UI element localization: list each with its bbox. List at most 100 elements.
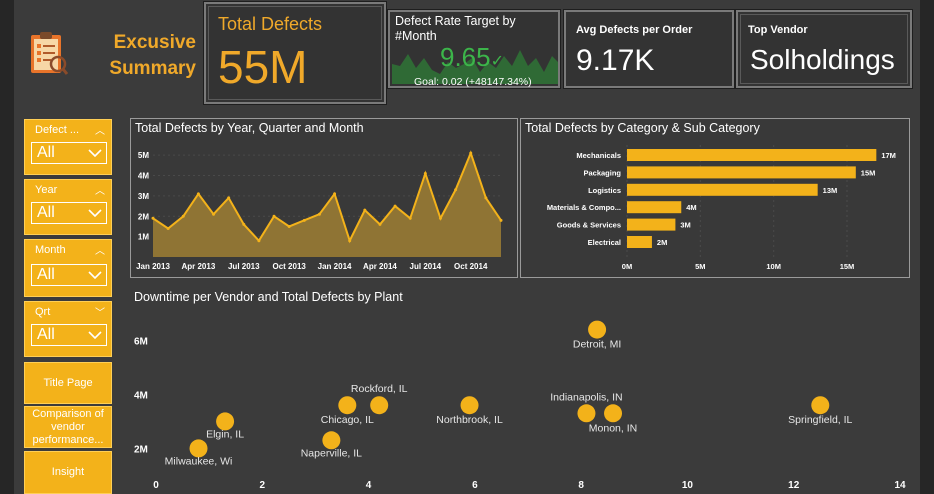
data-point (181, 214, 185, 218)
data-point (302, 218, 306, 222)
y-tick-label: 2M (138, 212, 149, 221)
point-label: Northbrook, IL (436, 414, 503, 426)
point-label: Elgin, IL (206, 428, 244, 440)
kpi-top-vendor[interactable]: Top Vendor Solholdings (735, 9, 913, 89)
slicer-dropdown[interactable]: All (31, 324, 107, 346)
data-point (333, 192, 337, 196)
title-line1: Excusive (113, 32, 196, 53)
kpi-goal: Goal: 0.02 (+48147.34%) (414, 76, 532, 88)
data-point (499, 218, 503, 222)
slicer-label: Year (35, 184, 58, 196)
x-tick-label: Oct 2013 (272, 262, 306, 271)
defects-by-time-panel[interactable]: Total Defects by Year, Quarter and Month… (130, 118, 518, 278)
data-point (257, 239, 261, 243)
data-point (272, 214, 276, 218)
x-tick-label: 4 (366, 480, 372, 491)
kpi-value: 9.17K (576, 44, 655, 77)
slicer-dropdown[interactable]: All (31, 142, 107, 164)
category-label: Goods & Services (557, 221, 621, 230)
kpi-value: 55M (218, 41, 308, 93)
insight-button[interactable]: Insight (24, 451, 112, 494)
kpi-total-defects[interactable]: Total Defects 55M (203, 1, 387, 105)
x-tick-label: Apr 2014 (363, 262, 397, 271)
scatter-point (460, 396, 479, 415)
chevron-down-icon (88, 209, 102, 218)
slicer-label: Defect ... (35, 124, 80, 136)
slicer-month[interactable]: Month ︿ All (24, 239, 112, 297)
bar (627, 236, 652, 248)
slicer-quarter[interactable]: Qrt ﹀ All (24, 301, 112, 357)
defects-by-time-chart[interactable]: 1M 2M 3M 4M 5M Jan 2013 Apr 2013 Jul 2013 Oct 20… (131, 119, 517, 277)
title-page-button[interactable]: Title Page (24, 362, 112, 404)
chevron-up-icon[interactable]: ︿ (95, 122, 105, 137)
report-title-text: Excusive Summary (66, 30, 196, 82)
kpi-value: 9.65✓ (440, 42, 504, 73)
scatter-point (370, 396, 389, 415)
defects-by-category-panel[interactable]: Total Defects by Category & Sub Category… (520, 118, 910, 278)
bar (627, 149, 877, 161)
bar (627, 201, 682, 214)
y-tick-label: 2M (134, 444, 148, 455)
x-tick-label: 14 (894, 480, 906, 491)
x-tick-label: Jan 2013 (136, 262, 170, 271)
y-tick-label: 4M (138, 172, 149, 181)
chevron-down-icon (88, 271, 102, 280)
scatter-point (811, 396, 830, 415)
y-tick-label: 5M (138, 151, 149, 160)
point-label: Indianapolis, IN (550, 391, 622, 403)
chevron-up-icon[interactable]: ︿ (95, 182, 105, 197)
slicer-value: All (37, 326, 55, 343)
data-point (423, 171, 427, 175)
data-point (469, 151, 473, 155)
point-label: Milwaukee, Wi (165, 455, 233, 467)
x-tick-label: Apr 2013 (181, 262, 215, 271)
y-tick-label: 1M (138, 233, 149, 242)
data-point (484, 196, 488, 200)
scatter-point (577, 404, 596, 423)
x-tick-label: Jan 2014 (318, 262, 352, 271)
kpi-label: Total Defects (218, 14, 323, 34)
slicer-dropdown[interactable]: All (31, 264, 107, 286)
scatter-point (338, 396, 357, 415)
point-label: Detroit, MI (573, 339, 621, 351)
data-label: 17M (881, 151, 896, 160)
x-tick-label: Jul 2014 (410, 262, 442, 271)
x-tick-label: 5M (695, 262, 705, 271)
chevron-up-icon[interactable]: ︿ (95, 242, 105, 257)
slicer-label: Month (35, 244, 66, 256)
kpi-value: Solholdings (750, 44, 895, 75)
slicer-dropdown[interactable]: All (31, 202, 107, 224)
data-point (227, 196, 231, 200)
slicer-value: All (37, 266, 55, 283)
kpi-defect-rate-target[interactable]: Defect Rate Target by #Month 9.65✓ Goal:… (387, 9, 561, 89)
category-label: Mechanicals (576, 151, 621, 160)
data-point (151, 216, 155, 220)
x-tick-label: 2 (260, 480, 266, 491)
x-tick-label: 6 (472, 480, 478, 491)
y-tick-label: 4M (134, 390, 148, 401)
checkmark-icon: ✓ (490, 53, 505, 70)
x-tick-label: 8 (578, 480, 584, 491)
chevron-down-icon (88, 331, 102, 340)
kpi-avg-defects[interactable]: Avg Defects per Order 9.17K (563, 9, 735, 89)
slicer-year[interactable]: Year ︿ All (24, 179, 112, 235)
data-point (287, 224, 291, 228)
clipboard-checklist-icon (31, 32, 68, 75)
slicer-defect-type[interactable]: Defect ... ︿ All (24, 119, 112, 175)
data-label: 15M (861, 168, 876, 177)
category-label: Packaging (583, 168, 621, 177)
defects-by-category-chart[interactable]: 0M 5M 10M 15M Mechanicals 17M Packaging 15M Logi… (521, 119, 909, 277)
data-point (166, 226, 170, 230)
data-point (408, 216, 412, 220)
data-point (212, 212, 216, 216)
data-label: 4M (686, 203, 696, 212)
chevron-down-icon[interactable]: ﹀ (95, 304, 105, 319)
downtime-vs-defects-scatter[interactable]: 2M 4M 6M 0 2 4 6 8 10 12 14 Milwaukee, Wi Elgin, IL N… (130, 294, 910, 494)
data-point (196, 192, 200, 196)
data-point (438, 216, 442, 220)
data-label: 13M (823, 186, 838, 195)
point-label: Chicago, IL (321, 414, 374, 426)
comparison-vendor-button[interactable]: Comparison of vendor performance... (24, 406, 112, 448)
data-point (363, 208, 367, 212)
data-point (454, 188, 458, 192)
